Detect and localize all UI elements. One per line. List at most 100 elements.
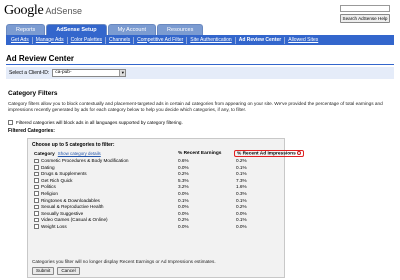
category-checkbox[interactable]	[34, 158, 39, 163]
subnav-channels[interactable]: Channels	[106, 36, 135, 44]
col-recent-impressions[interactable]: % Recent Ad Impressions	[234, 150, 304, 158]
category-name: Politics	[41, 184, 56, 190]
category-impressions: 0.2%	[236, 158, 247, 163]
product-name: AdSense	[45, 6, 82, 16]
category-earnings: 0.0%	[178, 190, 189, 196]
tab-adsense-setup[interactable]: AdSense Setup	[46, 24, 107, 35]
category-table: Category Show category details % Recent E…	[32, 150, 304, 231]
category-checkbox[interactable]	[34, 171, 39, 177]
help-search-input[interactable]	[340, 5, 390, 12]
category-name: Sexual & Reproductive Health	[41, 204, 104, 210]
client-id-label: Select a Client-ID:	[9, 70, 50, 76]
category-earnings: 5.3%	[178, 177, 189, 183]
table-row: Ringtones & Downloadables 0.1% 0.1%	[32, 198, 280, 205]
tab-resources[interactable]: Resources	[157, 24, 204, 35]
subnav-ad-review-center[interactable]: Ad Review Center	[236, 36, 286, 44]
setup-subnav: Get Ads Manage Ads Color Palettes Channe…	[6, 35, 394, 45]
category-impressions: 0.1%	[236, 164, 247, 170]
category-filters-description: Category filters allow you to block cont…	[8, 101, 383, 112]
category-table-header: Category Show category details % Recent E…	[32, 150, 304, 158]
category-filter-panel: Choose up to 5 categories to filter: Cat…	[27, 138, 304, 278]
panel-heading: Choose up to 5 categories to filter:	[32, 142, 115, 148]
category-checkbox[interactable]	[34, 217, 39, 223]
table-row: Cosmetic Procedures & Body Modification …	[32, 158, 280, 165]
adsense-logo: Google AdSense	[4, 3, 82, 19]
client-id-select[interactable]: ca-pub- ▼	[52, 69, 127, 77]
col-recent-earnings[interactable]: % Recent Earnings	[178, 151, 221, 156]
table-row: Weight Loss 0.0% 0.0%	[32, 224, 280, 231]
google-wordmark: Google	[4, 3, 44, 18]
category-name: Video Games (Casual & Online)	[41, 217, 108, 223]
table-row: Drugs & Supplements 0.2% 0.1%	[32, 171, 280, 178]
filter-note: Categories you filter will no longer dis…	[32, 259, 216, 264]
category-impressions: 0.1%	[236, 217, 247, 223]
subnav-color-palettes[interactable]: Color Palettes	[68, 36, 107, 44]
title-divider	[6, 64, 394, 65]
category-impressions: 0.1%	[236, 197, 247, 203]
tab-reports[interactable]: Reports	[6, 24, 46, 35]
category-impressions: 0.0%	[236, 223, 247, 229]
category-impressions: 0.1%	[236, 171, 247, 177]
category-name: Dating	[41, 164, 55, 170]
subnav-allowed-sites[interactable]: Allowed Sites	[285, 37, 321, 44]
category-name: Cosmetic Procedures & Body Modification	[41, 158, 129, 163]
filter-all-languages: Filtered categories will block ads in al…	[8, 120, 183, 125]
category-name: Weight Loss	[41, 223, 67, 229]
category-earnings: 0.0%	[178, 210, 189, 216]
category-name: Get Rich Quick	[41, 177, 73, 183]
category-checkbox[interactable]	[34, 178, 39, 183]
show-category-details-link[interactable]: Show category details	[58, 151, 101, 156]
table-row: Get Rich Quick 5.3% 7.3%	[32, 178, 280, 185]
subnav-competitive-ad-filter[interactable]: Competitive Ad Filter	[134, 36, 188, 44]
category-impressions: 0.3%	[236, 190, 247, 196]
category-name: Ringtones & Downloadables	[41, 197, 100, 203]
category-earnings: 0.2%	[178, 217, 189, 223]
category-checkbox[interactable]	[34, 165, 39, 170]
category-earnings: 0.0%	[178, 223, 189, 229]
subnav-site-authentication[interactable]: Site Authentication	[187, 36, 236, 44]
category-name: Sexually Suggestive	[41, 210, 84, 216]
category-name: Religion	[41, 190, 58, 196]
main-tabs: Reports AdSense Setup My Account Resourc…	[6, 24, 204, 35]
category-checkbox[interactable]	[34, 184, 39, 190]
category-earnings: 0.2%	[178, 171, 189, 177]
table-row: Sexual & Reproductive Health 0.0% 0.2%	[32, 204, 280, 211]
chevron-down-icon: ▼	[119, 70, 126, 76]
client-id-bar: Select a Client-ID: ca-pub- ▼	[6, 67, 394, 79]
category-checkbox[interactable]	[34, 211, 39, 216]
category-earnings: 0.0%	[178, 164, 189, 170]
table-row: Dating 0.0% 0.1%	[32, 165, 280, 172]
category-earnings: 0.6%	[178, 158, 189, 163]
category-impressions: 1.6%	[236, 184, 247, 190]
subnav-get-ads[interactable]: Get Ads	[8, 36, 33, 44]
sort-indicator-icon	[296, 151, 301, 155]
tab-my-account[interactable]: My Account	[107, 24, 157, 35]
page-title: Ad Review Center	[6, 54, 75, 63]
filter-all-languages-checkbox[interactable]	[8, 120, 13, 125]
subnav-manage-ads[interactable]: Manage Ads	[33, 36, 68, 44]
category-impressions: 7.3%	[236, 177, 247, 183]
category-checkbox[interactable]	[34, 204, 39, 210]
col-category: Category Show category details	[34, 151, 101, 157]
category-name: Drugs & Supplements	[41, 171, 87, 177]
table-row: Sexually Suggestive 0.0% 0.0%	[32, 211, 280, 218]
category-earnings: 3.2%	[178, 184, 189, 190]
category-checkbox[interactable]	[34, 191, 39, 196]
cancel-button[interactable]: Cancel	[57, 267, 80, 275]
category-earnings: 0.1%	[178, 197, 189, 203]
category-checkbox[interactable]	[34, 198, 39, 203]
client-id-value: ca-pub-	[55, 70, 72, 75]
category-filters-title: Category Filters	[8, 90, 58, 97]
category-checkbox[interactable]	[34, 224, 39, 229]
submit-button[interactable]: Submit	[32, 267, 55, 275]
filtered-categories-label: Filtered Categories:	[8, 128, 55, 134]
col-recent-impressions-label: % Recent Ad Impressions	[237, 151, 296, 157]
table-row: Video Games (Casual & Online) 0.2% 0.1%	[32, 217, 280, 224]
col-category-label: Category	[34, 152, 55, 157]
table-row: Religion 0.0% 0.3%	[32, 191, 280, 198]
form-buttons: Submit Cancel	[32, 267, 80, 275]
filter-all-languages-label: Filtered categories will block ads in al…	[16, 120, 183, 125]
search-help-button[interactable]: Search AdSense Help	[340, 14, 390, 23]
category-impressions: 0.2%	[236, 204, 247, 210]
category-earnings: 0.0%	[178, 204, 189, 210]
